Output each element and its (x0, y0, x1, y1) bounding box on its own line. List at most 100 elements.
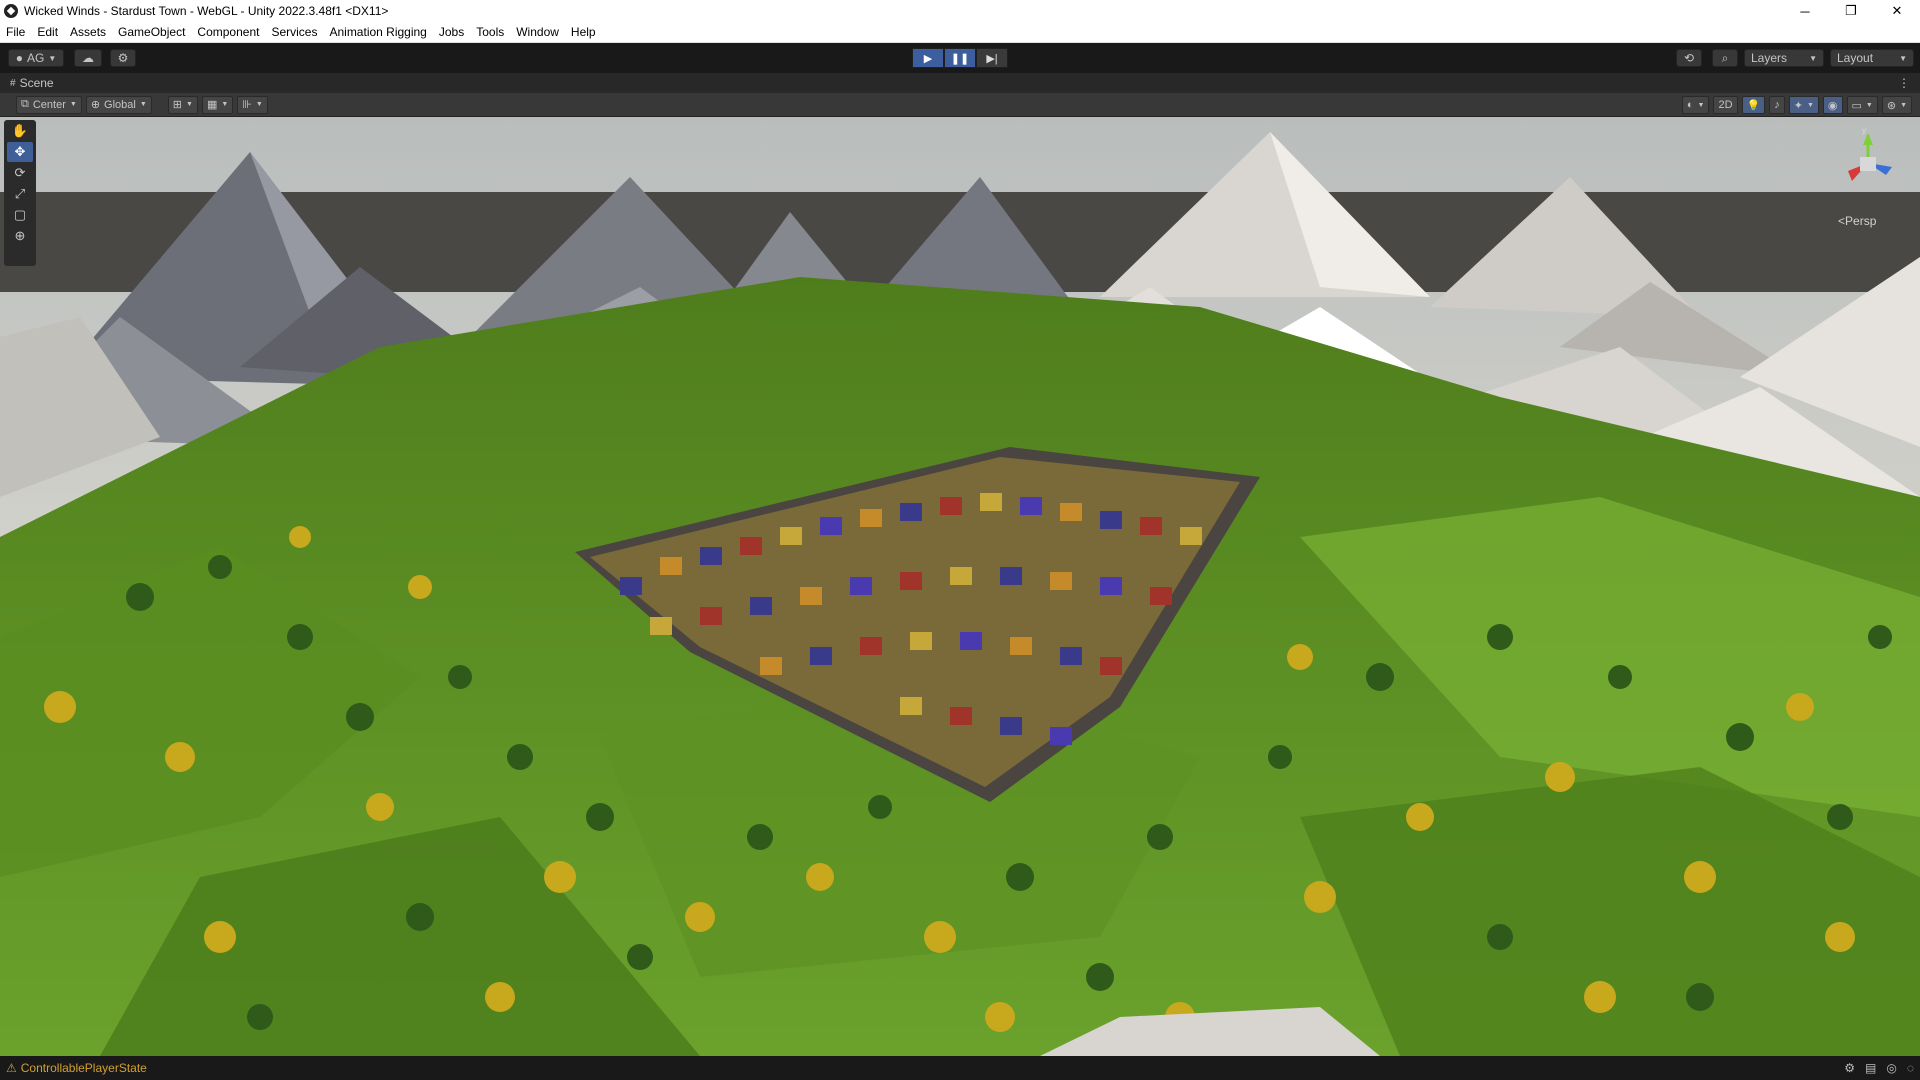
menu-assets[interactable]: Assets (64, 22, 112, 43)
chevron-down-icon: ▼ (1697, 101, 1705, 109)
scene-toolbar: ⧉ Center ▼ ⊕ Global ▼ ⊞ ▼ ▦ ▼ ⊪ ▼ ◐ ▼ 2D … (0, 93, 1920, 117)
rotate-tool-button[interactable]: ⟳ (7, 163, 33, 183)
menu-file[interactable]: File (0, 22, 31, 43)
progress-icon[interactable]: ▤ (1865, 1061, 1876, 1075)
camera-icon: ▭ (1851, 99, 1862, 112)
scale-icon: ⤢ (14, 186, 26, 201)
toggle-2d-button[interactable]: 2D (1713, 96, 1738, 114)
move-tool-button[interactable]: ✥ (7, 142, 33, 162)
menu-bar: File Edit Assets GameObject Component Se… (0, 22, 1920, 43)
scene-viewport[interactable] (0, 117, 1920, 1056)
chevron-down-icon: ▼ (1865, 101, 1873, 109)
rect-tool-button[interactable]: ▢ (7, 205, 33, 225)
chevron-down-icon: ▼ (48, 53, 57, 63)
maximize-button[interactable]: ❐ (1828, 0, 1874, 22)
pause-icon: ❚❚ (950, 52, 970, 65)
increment-snap-dropdown[interactable]: ⊪ ▼ (237, 95, 268, 114)
account-icon: ● (15, 51, 23, 65)
scene-view-options: ◐ ▼ 2D 💡 ♪ ✦ ▼ ◉ ▭ ▼ ⊛ ▼ (1678, 96, 1912, 114)
search-icon: ⌕ (1721, 50, 1729, 65)
camera-settings-dropdown[interactable]: ▭ ▼ (1846, 96, 1878, 114)
menu-gameobject[interactable]: GameObject (112, 22, 191, 43)
undo-history-button[interactable]: ⟲ (1676, 49, 1702, 67)
play-controls: ▶ ❚❚ ▶| (912, 48, 1008, 68)
rect-icon: ▢ (13, 207, 27, 222)
account-dropdown[interactable]: ● AG ▼ (8, 49, 64, 67)
effects-dropdown[interactable]: ✦ ▼ (1788, 96, 1819, 114)
layout-dropdown[interactable]: Layout ▼ (1830, 49, 1914, 67)
bug-icon[interactable]: ⚙ (1844, 1061, 1855, 1075)
layers-label: Layers (1751, 51, 1788, 65)
menu-tools[interactable]: Tools (470, 22, 510, 43)
ruler-icon: ⊪ (242, 99, 252, 111)
play-icon: ▶ (923, 52, 933, 65)
chevron-down-icon: ▼ (69, 101, 77, 108)
status-icons: ⚙ ▤ ◎ ◌ (1844, 1061, 1914, 1075)
menu-services[interactable]: Services (265, 22, 323, 43)
chevron-down-icon: ▼ (1900, 101, 1907, 109)
audio-toggle[interactable]: ♪ (1769, 96, 1785, 114)
back-arrow-icon: < (1838, 214, 1846, 228)
pause-button[interactable]: ❚❚ (944, 48, 976, 68)
step-button[interactable]: ▶| (976, 48, 1008, 68)
minimize-button[interactable]: ─ (1782, 0, 1828, 22)
pivot-label: Center (32, 98, 66, 111)
network-icon[interactable]: ◎ (1886, 1061, 1896, 1075)
hand-icon: ✋ (11, 123, 29, 138)
chevron-down-icon: ▼ (1899, 53, 1907, 63)
hidden-objects-toggle[interactable]: ◉ (1822, 96, 1843, 114)
cloud-icon: ☁ (82, 51, 94, 65)
scene-tab-icon: # (10, 77, 16, 89)
bell-icon[interactable]: ◌ (1907, 1061, 1914, 1075)
pivot-icon: ⧉ (21, 98, 29, 110)
gizmos-icon: ⊛ (1886, 99, 1897, 112)
space-mode-dropdown[interactable]: ⊕ Global ▼ (85, 95, 152, 114)
chevron-down-icon: ▼ (255, 101, 263, 108)
hand-tool-button[interactable]: ✋ (7, 121, 33, 141)
rotate-icon: ⟳ (14, 165, 26, 180)
search-button[interactable]: ⌕ (1712, 49, 1738, 67)
transform-tool-button[interactable]: ⊕ (7, 226, 33, 246)
lighting-toggle[interactable]: 💡 (1741, 96, 1766, 114)
account-label: AG (26, 51, 45, 65)
cloud-button[interactable]: ☁ (74, 49, 102, 67)
menu-animation-rigging[interactable]: Animation Rigging (323, 22, 432, 43)
lightbulb-icon: 💡 (1746, 99, 1761, 112)
chevron-down-icon: ▼ (139, 101, 147, 108)
pivot-mode-dropdown[interactable]: ⧉ Center ▼ (16, 95, 82, 114)
gizmos-dropdown[interactable]: ⊛ ▼ (1881, 96, 1912, 114)
more-options-icon[interactable]: ⋮ (1898, 76, 1910, 90)
menu-edit[interactable]: Edit (31, 22, 64, 43)
status-message[interactable]: ControllablePlayerState (21, 1061, 147, 1075)
scale-tool-button[interactable]: ⤢ (7, 184, 33, 204)
menu-jobs[interactable]: Jobs (433, 22, 470, 43)
globe-icon: ⊕ (90, 99, 101, 111)
orientation-gizmo[interactable]: y (1832, 127, 1904, 199)
history-icon: ⟲ (1683, 51, 1695, 65)
persp-label[interactable]: <Persp (1838, 214, 1876, 228)
tab-scene[interactable]: Scene (20, 76, 54, 90)
menu-window[interactable]: Window (510, 22, 565, 43)
collab-button[interactable]: ⚙ (110, 49, 136, 67)
step-icon: ▶| (986, 52, 998, 65)
menu-help[interactable]: Help (565, 22, 602, 43)
title-bar: Wicked Winds - Stardust Town - WebGL - U… (0, 0, 1920, 22)
grid-snap-dropdown[interactable]: ⊞ ▼ (167, 95, 198, 114)
eye-icon: ◉ (1827, 99, 1838, 112)
move-icon: ✥ (14, 144, 26, 159)
layout-label: Layout (1837, 51, 1874, 65)
draw-mode-dropdown[interactable]: ◐ ▼ (1681, 96, 1710, 114)
audio-icon: ♪ (1774, 99, 1780, 111)
grid-snap-icon: ⊞ (172, 99, 182, 111)
layers-dropdown[interactable]: Layers ▼ (1744, 49, 1824, 67)
chevron-down-icon: ▼ (1806, 101, 1814, 109)
menu-component[interactable]: Component (191, 22, 265, 43)
status-bar: ⚠ ControllablePlayerState ⚙ ▤ ◎ ◌ (0, 1056, 1920, 1080)
transform-tools-panel: ✋ ✥ ⟳ ⤢ ▢ ⊕ (4, 120, 36, 266)
settings-icon: ⚙ (117, 51, 129, 65)
grid-visibility-dropdown[interactable]: ▦ ▼ (201, 95, 234, 114)
play-button[interactable]: ▶ (912, 48, 944, 68)
close-button[interactable]: ✕ (1874, 0, 1920, 22)
chevron-down-icon: ▼ (1809, 53, 1817, 63)
shading-icon: ◐ (1686, 99, 1694, 111)
